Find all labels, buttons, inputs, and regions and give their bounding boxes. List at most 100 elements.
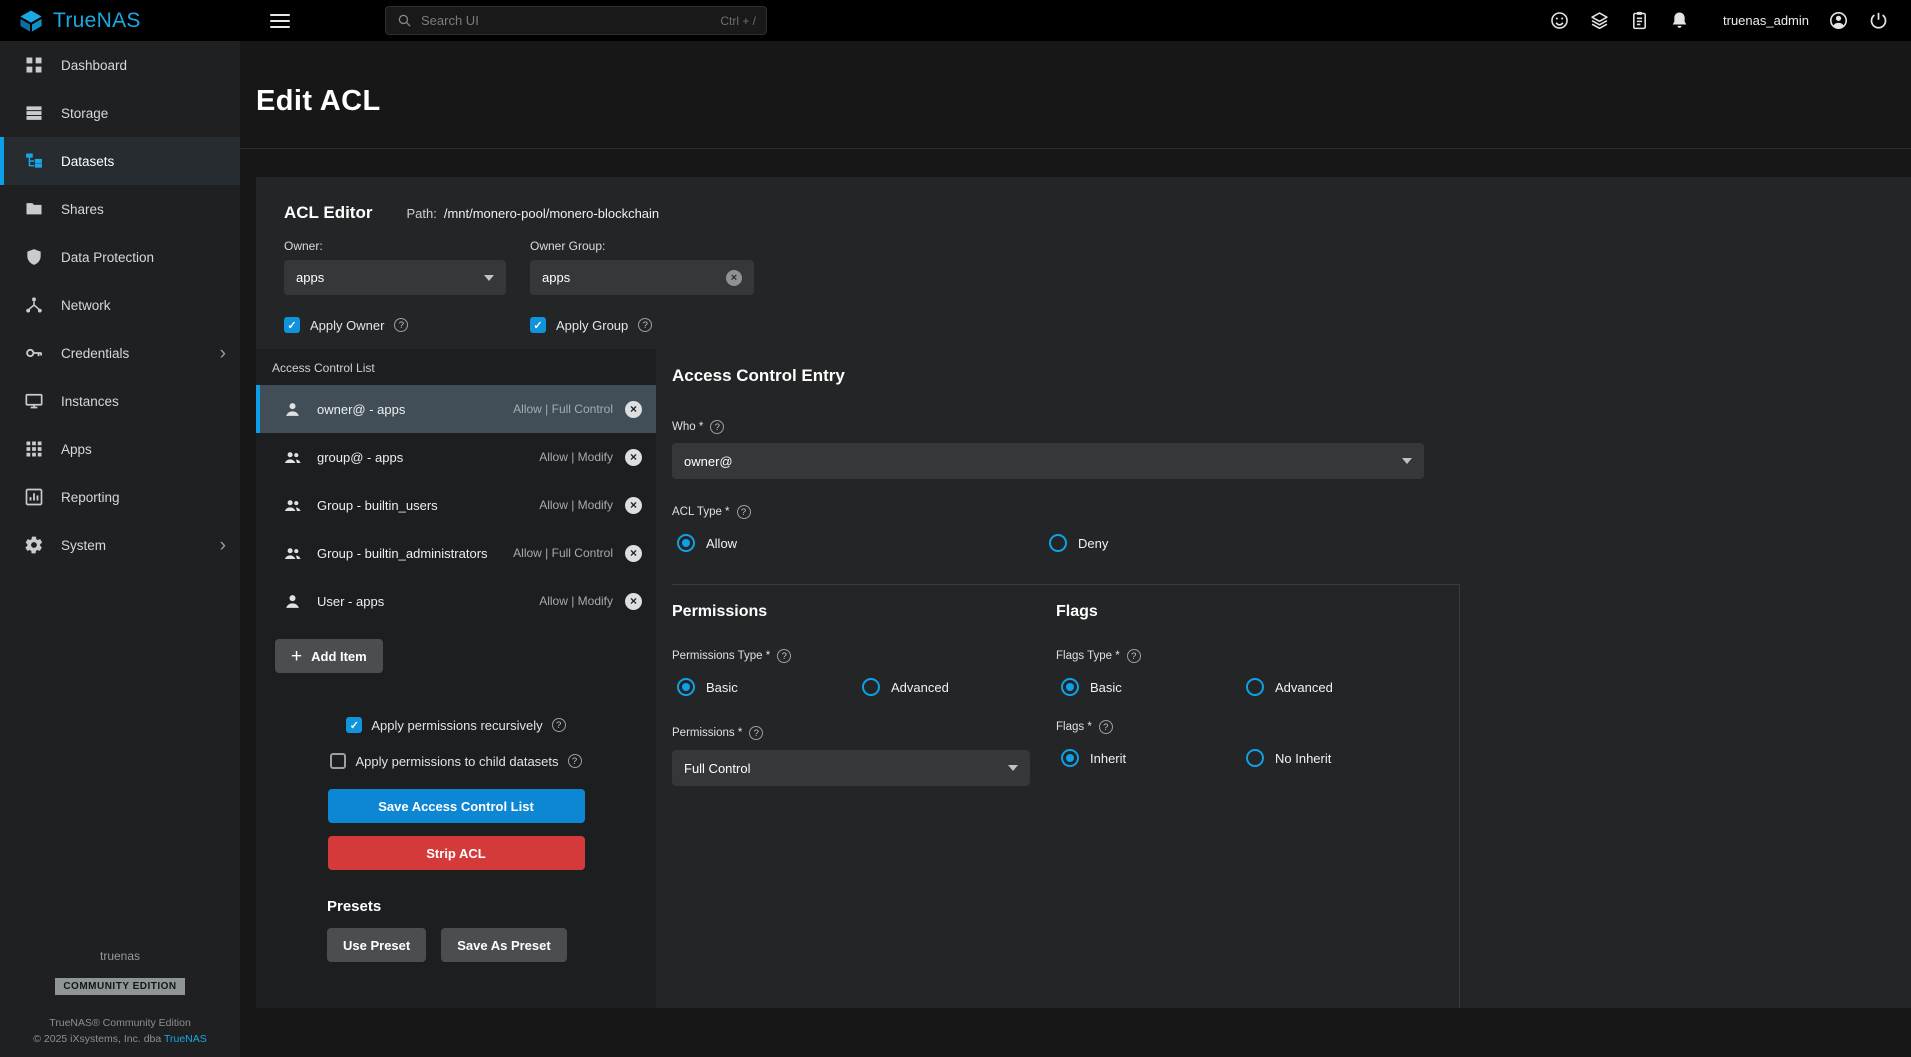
sidebar-item-credentials[interactable]: Credentials — [0, 329, 240, 377]
permissions-type-basic-option[interactable]: Basic — [677, 678, 862, 696]
acl-entry-row[interactable]: owner@ - apps Allow | Full Control — [256, 385, 656, 433]
help-icon[interactable] — [1127, 649, 1141, 663]
remove-entry-icon[interactable] — [625, 545, 642, 562]
sidebar-item-reporting[interactable]: Reporting — [0, 473, 240, 521]
child-datasets-label: Apply permissions to child datasets — [355, 754, 558, 769]
flags-type-advanced-option[interactable]: Advanced — [1246, 678, 1333, 696]
sidebar-item-network[interactable]: Network — [0, 281, 240, 329]
smiley-icon[interactable] — [1549, 10, 1570, 31]
sidebar-item-label: Credentials — [61, 346, 129, 361]
search-input[interactable] — [421, 13, 712, 28]
apply-group-checkbox[interactable] — [530, 317, 546, 333]
flags-inherit-option[interactable]: Inherit — [1061, 749, 1246, 767]
sidebar-item-datasets[interactable]: Datasets — [0, 137, 240, 185]
radio-selected-icon — [1061, 678, 1079, 696]
truenas-logo-icon — [18, 8, 44, 34]
acl-entry-row[interactable]: Group - builtin_administrators Allow | F… — [256, 529, 656, 577]
apply-owner-checkbox[interactable] — [284, 317, 300, 333]
acl-entry-label: owner@ - apps — [317, 402, 405, 417]
truenas-link[interactable]: TrueNAS — [164, 1033, 207, 1045]
sidebar-footer: truenas COMMUNITY EDITION TrueNAS® Commu… — [0, 949, 240, 1057]
key-icon — [24, 343, 44, 363]
add-item-button[interactable]: Add Item — [275, 639, 383, 673]
use-preset-button[interactable]: Use Preset — [327, 928, 426, 962]
help-icon[interactable] — [749, 726, 763, 740]
remove-entry-icon[interactable] — [625, 449, 642, 466]
people-icon — [283, 496, 302, 515]
flags-no-inherit-option[interactable]: No Inherit — [1246, 749, 1331, 767]
sidebar-item-storage[interactable]: Storage — [0, 89, 240, 137]
help-icon[interactable] — [737, 505, 751, 519]
menu-icon[interactable] — [270, 14, 290, 28]
help-icon[interactable] — [394, 318, 408, 332]
help-icon[interactable] — [777, 649, 791, 663]
owner-group-input-wrap — [530, 260, 754, 295]
remove-entry-icon[interactable] — [625, 401, 642, 418]
add-item-label: Add Item — [311, 649, 367, 664]
sidebar-item-system[interactable]: System — [0, 521, 240, 569]
strip-acl-button[interactable]: Strip ACL — [328, 836, 585, 870]
help-icon[interactable] — [638, 318, 652, 332]
acl-entry-label: Group - builtin_administrators — [317, 546, 488, 561]
child-datasets-row: Apply permissions to child datasets — [330, 753, 581, 769]
acl-entry-status: Allow | Full Control — [513, 402, 613, 416]
sidebar-nav: Dashboard Storage Datasets Sha — [0, 41, 240, 569]
flags-type-radio-group: Basic Advanced — [1056, 678, 1440, 696]
clear-icon[interactable] — [726, 270, 742, 286]
help-icon[interactable] — [1099, 720, 1113, 734]
power-icon[interactable] — [1868, 10, 1889, 31]
owner-select[interactable]: apps — [284, 260, 506, 295]
apply-group-row: Apply Group — [530, 317, 776, 333]
sidebar-item-dashboard[interactable]: Dashboard — [0, 41, 240, 89]
footer-copyright: © 2025 iXsystems, Inc. dba TrueNAS — [0, 1033, 240, 1045]
who-label: Who * — [672, 421, 703, 433]
permissions-select[interactable]: Full Control — [672, 750, 1030, 786]
child-datasets-checkbox[interactable] — [330, 753, 346, 769]
radio-selected-icon — [1061, 749, 1079, 767]
help-icon[interactable] — [710, 420, 724, 434]
person-icon — [283, 400, 302, 419]
radio-selected-icon — [677, 678, 695, 696]
acl-entry-row[interactable]: User - apps Allow | Modify — [256, 577, 656, 625]
acl-type-deny-option[interactable]: Deny — [1049, 534, 1108, 552]
sidebar-item-label: Data Protection — [61, 250, 154, 265]
help-icon[interactable] — [552, 718, 566, 732]
acl-type-allow-option[interactable]: Allow — [677, 534, 1049, 552]
flags-type-basic-option[interactable]: Basic — [1061, 678, 1246, 696]
acl-entry-row[interactable]: group@ - apps Allow | Modify — [256, 433, 656, 481]
who-select[interactable]: owner@ — [672, 443, 1424, 479]
acl-entry-row[interactable]: Group - builtin_users Allow | Modify — [256, 481, 656, 529]
person-icon — [283, 592, 302, 611]
storage-icon — [24, 103, 44, 123]
sidebar-item-apps[interactable]: Apps — [0, 425, 240, 473]
owner-group-input[interactable] — [542, 270, 726, 285]
chevron-down-icon — [484, 275, 494, 281]
sidebar-item-instances[interactable]: Instances — [0, 377, 240, 425]
clipboard-icon[interactable] — [1629, 10, 1650, 31]
user-circle-icon[interactable] — [1828, 10, 1849, 31]
sidebar-item-label: Instances — [61, 394, 119, 409]
bell-icon[interactable] — [1669, 10, 1690, 31]
acl-entry-label: Group - builtin_users — [317, 498, 438, 513]
help-icon[interactable] — [568, 754, 582, 768]
search-box[interactable]: Ctrl + / — [385, 6, 767, 35]
recursive-label: Apply permissions recursively — [371, 718, 542, 733]
recursive-checkbox[interactable] — [346, 717, 362, 733]
layers-icon[interactable] — [1589, 10, 1610, 31]
sidebar-item-shares[interactable]: Shares — [0, 185, 240, 233]
sidebar-item-label: System — [61, 538, 106, 553]
sidebar-item-label: Datasets — [61, 154, 114, 169]
remove-entry-icon[interactable] — [625, 497, 642, 514]
acl-editor-top: ACL Editor Path: /mnt/monero-pool/monero… — [256, 177, 1911, 349]
flags-radio-group: Inherit No Inherit — [1056, 749, 1440, 767]
acl-entry-status: Allow | Modify — [539, 594, 613, 608]
permissions-type-advanced-option[interactable]: Advanced — [862, 678, 949, 696]
monitor-icon — [24, 391, 44, 411]
save-as-preset-button[interactable]: Save As Preset — [441, 928, 566, 962]
save-acl-button[interactable]: Save Access Control List — [328, 789, 585, 823]
brand[interactable]: TrueNAS — [0, 8, 240, 34]
remove-entry-icon[interactable] — [625, 593, 642, 610]
apply-group-label: Apply Group — [556, 318, 628, 333]
sidebar-item-data-protection[interactable]: Data Protection — [0, 233, 240, 281]
sidebar-item-label: Shares — [61, 202, 104, 217]
